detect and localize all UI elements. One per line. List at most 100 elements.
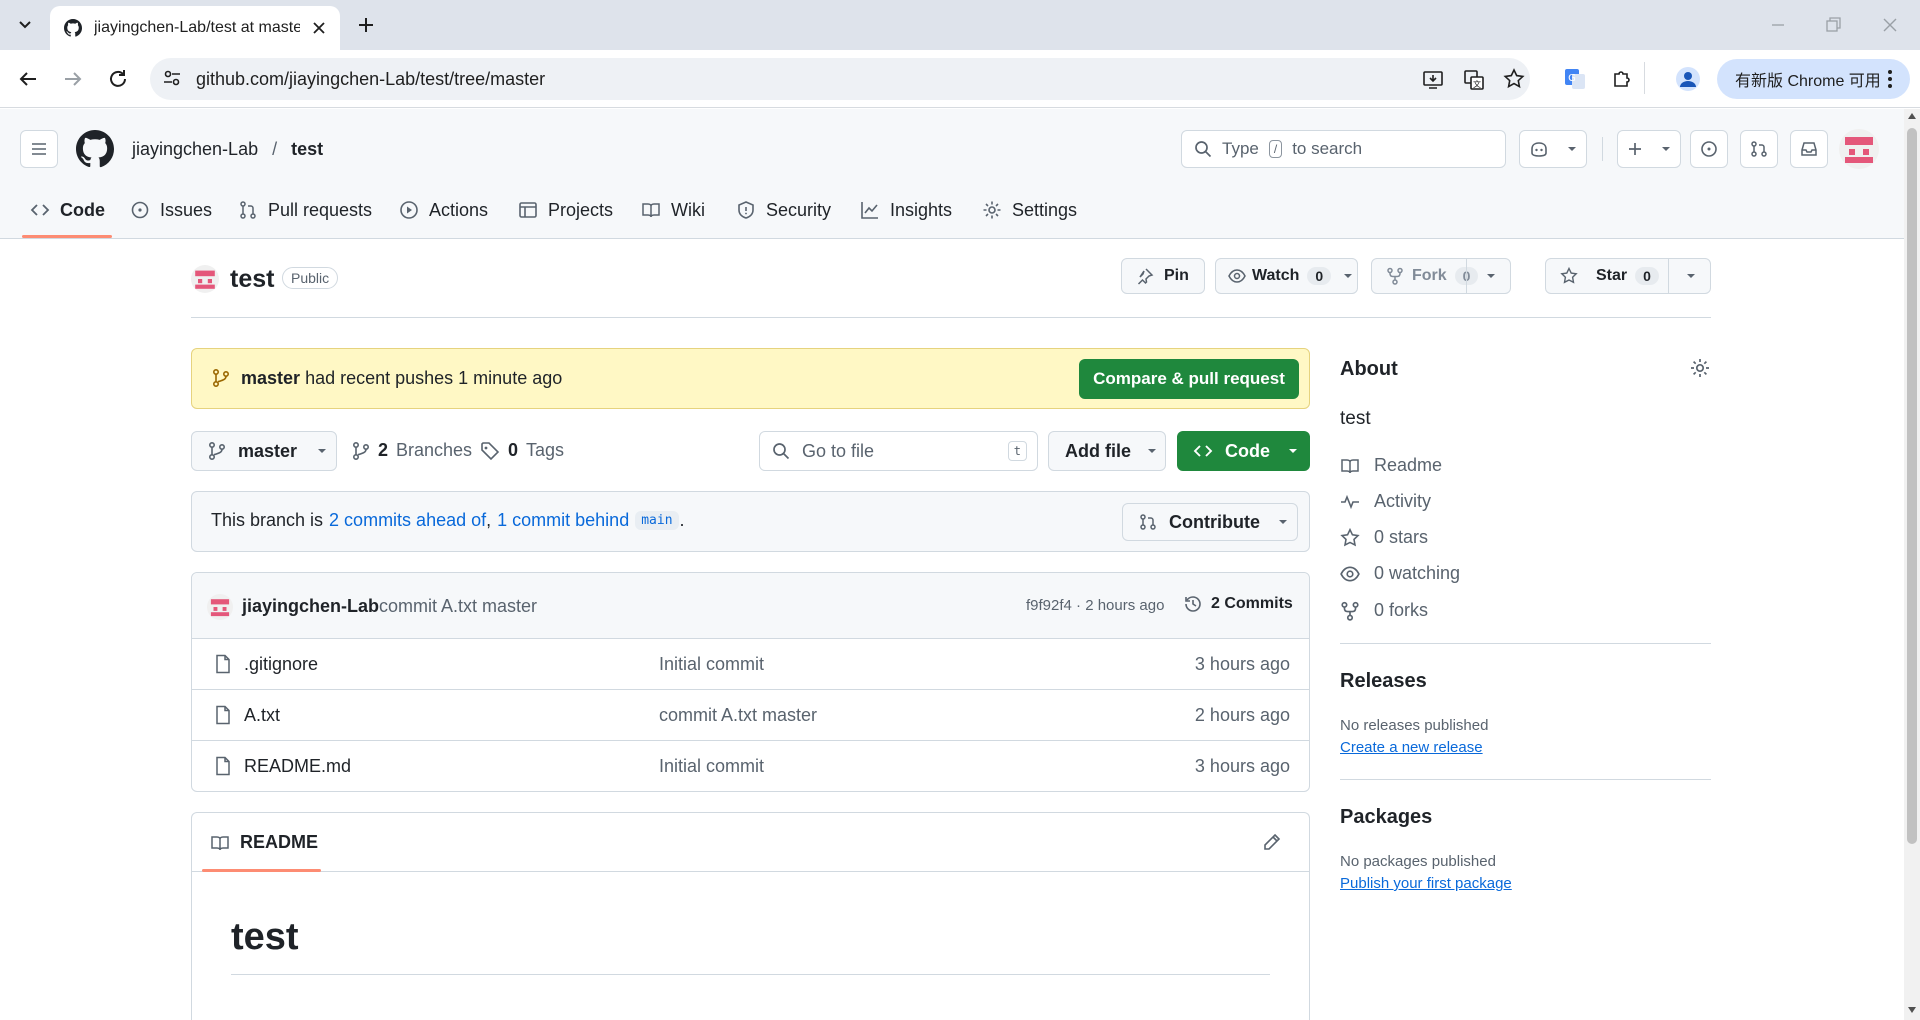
commit-meta[interactable]: f9f92f4 · 2 hours ago <box>1026 597 1164 614</box>
about-settings-gear-icon[interactable] <box>1689 357 1711 379</box>
tab-actions[interactable]: Actions <box>399 196 488 224</box>
releases-empty-text: No releases published <box>1340 717 1489 734</box>
book-icon <box>642 203 660 218</box>
file-commit-message[interactable]: Initial commit <box>659 756 764 777</box>
file-name[interactable]: A.txt <box>244 705 280 726</box>
code-dropdown-button[interactable]: Code <box>1177 431 1310 471</box>
publish-package-link[interactable]: Publish your first package <box>1340 875 1512 892</box>
commit-author[interactable]: jiayingchen-Lab <box>242 596 379 617</box>
watch-label: Watch <box>1252 267 1300 284</box>
tab-code[interactable]: Code <box>30 196 105 224</box>
commits-count-label: 2 Commits <box>1211 595 1293 612</box>
chevron-down-icon <box>1662 147 1670 151</box>
file-name[interactable]: README.md <box>244 756 351 777</box>
tags-link[interactable]: 0 Tags <box>480 440 564 461</box>
branches-link[interactable]: 2 Branches <box>352 440 472 461</box>
commits-behind-link[interactable]: 1 commit behind <box>497 510 629 531</box>
file-commit-message[interactable]: Initial commit <box>659 654 764 675</box>
address-bar[interactable]: github.com/jiayingchen-Lab/test/tree/mas… <box>150 58 1530 100</box>
hamburger-menu-button[interactable] <box>20 130 58 168</box>
star-count: 0 <box>1635 267 1659 285</box>
user-avatar[interactable] <box>1839 129 1879 169</box>
new-tab-icon[interactable] <box>354 13 378 37</box>
create-release-link[interactable]: Create a new release <box>1340 739 1483 756</box>
table-row[interactable]: .gitignore Initial commit 3 hours ago <box>192 638 1310 689</box>
releases-title[interactable]: Releases <box>1340 670 1427 693</box>
table-row[interactable]: README.md Initial commit 3 hours ago <box>192 740 1310 791</box>
site-info-icon[interactable] <box>161 67 185 91</box>
sidebar-divider <box>1340 643 1711 644</box>
compare-pull-request-button[interactable]: Compare & pull request <box>1079 359 1299 399</box>
chevron-down-icon <box>1487 274 1495 278</box>
sidebar-item-watching[interactable]: 0 watching <box>1340 563 1460 584</box>
sidebar-item-stars[interactable]: 0 stars <box>1340 527 1428 548</box>
github-logo-icon[interactable] <box>76 130 114 168</box>
pin-button[interactable]: Pin <box>1121 258 1205 294</box>
go-to-file-input[interactable]: Go to file t <box>759 431 1038 471</box>
bookmark-star-icon[interactable] <box>1502 67 1526 91</box>
scroll-down-arrow-icon[interactable] <box>1908 1007 1916 1013</box>
pull-requests-header-button[interactable] <box>1740 130 1778 168</box>
tab-settings[interactable]: Settings <box>982 196 1077 224</box>
tab-close-icon[interactable] <box>312 21 326 35</box>
tab-insights[interactable]: Insights <box>860 196 952 224</box>
branch-selector[interactable]: master <box>191 431 337 471</box>
window-minimize-icon[interactable] <box>1768 15 1788 35</box>
page-scrollbar-thumb[interactable] <box>1907 128 1917 844</box>
issues-header-button[interactable] <box>1690 130 1728 168</box>
star-button[interactable]: Star 0 <box>1545 258 1711 294</box>
profile-avatar-icon[interactable] <box>1675 66 1701 92</box>
watch-button[interactable]: Watch 0 <box>1215 258 1358 294</box>
file-icon <box>216 705 230 725</box>
back-arrow-icon[interactable] <box>16 67 40 91</box>
recent-push-branch[interactable]: master <box>241 368 300 388</box>
sidebar-item-readme[interactable]: Readme <box>1340 455 1442 476</box>
translate-icon[interactable]: 文 <box>1462 68 1486 92</box>
tab-pull-requests[interactable]: Pull requests <box>238 196 372 224</box>
repo-title[interactable]: test <box>230 265 274 294</box>
reload-icon[interactable] <box>106 67 130 91</box>
chrome-menu-icon[interactable] <box>1886 68 1894 90</box>
forward-arrow-icon[interactable] <box>61 67 85 91</box>
file-icon <box>216 756 230 776</box>
copilot-button[interactable] <box>1519 130 1587 168</box>
file-commit-message[interactable]: commit A.txt master <box>659 705 817 726</box>
window-close-icon[interactable] <box>1880 15 1900 35</box>
commit-message[interactable]: commit A.txt master <box>379 596 537 617</box>
base-branch-badge[interactable]: main <box>635 511 679 530</box>
chrome-update-button[interactable]: 有新版 Chrome 可用 <box>1717 59 1910 99</box>
tab-projects[interactable]: Projects <box>518 196 613 224</box>
sidebar-item-forks[interactable]: 0 forks <box>1340 600 1428 621</box>
search-input[interactable]: Type / to search <box>1181 130 1506 168</box>
breadcrumb-owner[interactable]: jiayingchen-Lab <box>132 139 258 160</box>
tab-security[interactable]: Security <box>736 196 831 224</box>
commits-history-link[interactable]: 2 Commits <box>1183 594 1293 614</box>
packages-title[interactable]: Packages <box>1340 806 1432 829</box>
readme-tab[interactable]: README <box>210 832 318 853</box>
add-file-button[interactable]: Add file <box>1048 431 1166 471</box>
window-restore-icon[interactable] <box>1823 15 1843 35</box>
table-row[interactable]: A.txt commit A.txt master 2 hours ago <box>192 689 1310 740</box>
search-shortcut-key: / <box>1268 140 1283 158</box>
repo-header-divider <box>191 317 1711 318</box>
contribute-button[interactable]: Contribute <box>1122 503 1298 541</box>
extensions-puzzle-icon[interactable] <box>1610 67 1634 91</box>
breadcrumb-repo[interactable]: test <box>291 139 323 160</box>
scroll-up-arrow-icon[interactable] <box>1908 113 1916 119</box>
tab-issues[interactable]: Issues <box>130 196 212 224</box>
tab-search-chevron-icon[interactable] <box>14 14 36 36</box>
fork-button[interactable]: Fork 0 <box>1371 258 1511 294</box>
inbox-button[interactable] <box>1790 130 1828 168</box>
edit-pencil-icon[interactable] <box>1262 832 1282 852</box>
create-new-button[interactable] <box>1617 130 1681 168</box>
tab-wiki[interactable]: Wiki <box>641 196 705 224</box>
file-name[interactable]: .gitignore <box>244 654 318 675</box>
install-app-icon[interactable] <box>1421 68 1445 92</box>
sidebar-item-activity[interactable]: Activity <box>1340 491 1431 512</box>
google-translate-extension-icon[interactable]: G <box>1563 67 1587 91</box>
file-age: 3 hours ago <box>1194 755 1290 776</box>
tab-insights-label: Insights <box>890 199 953 220</box>
browser-tab[interactable]: jiayingchen-Lab/test at master <box>50 6 340 50</box>
chevron-down-icon <box>1289 449 1297 453</box>
commits-ahead-link[interactable]: 2 commits ahead of <box>329 510 486 531</box>
